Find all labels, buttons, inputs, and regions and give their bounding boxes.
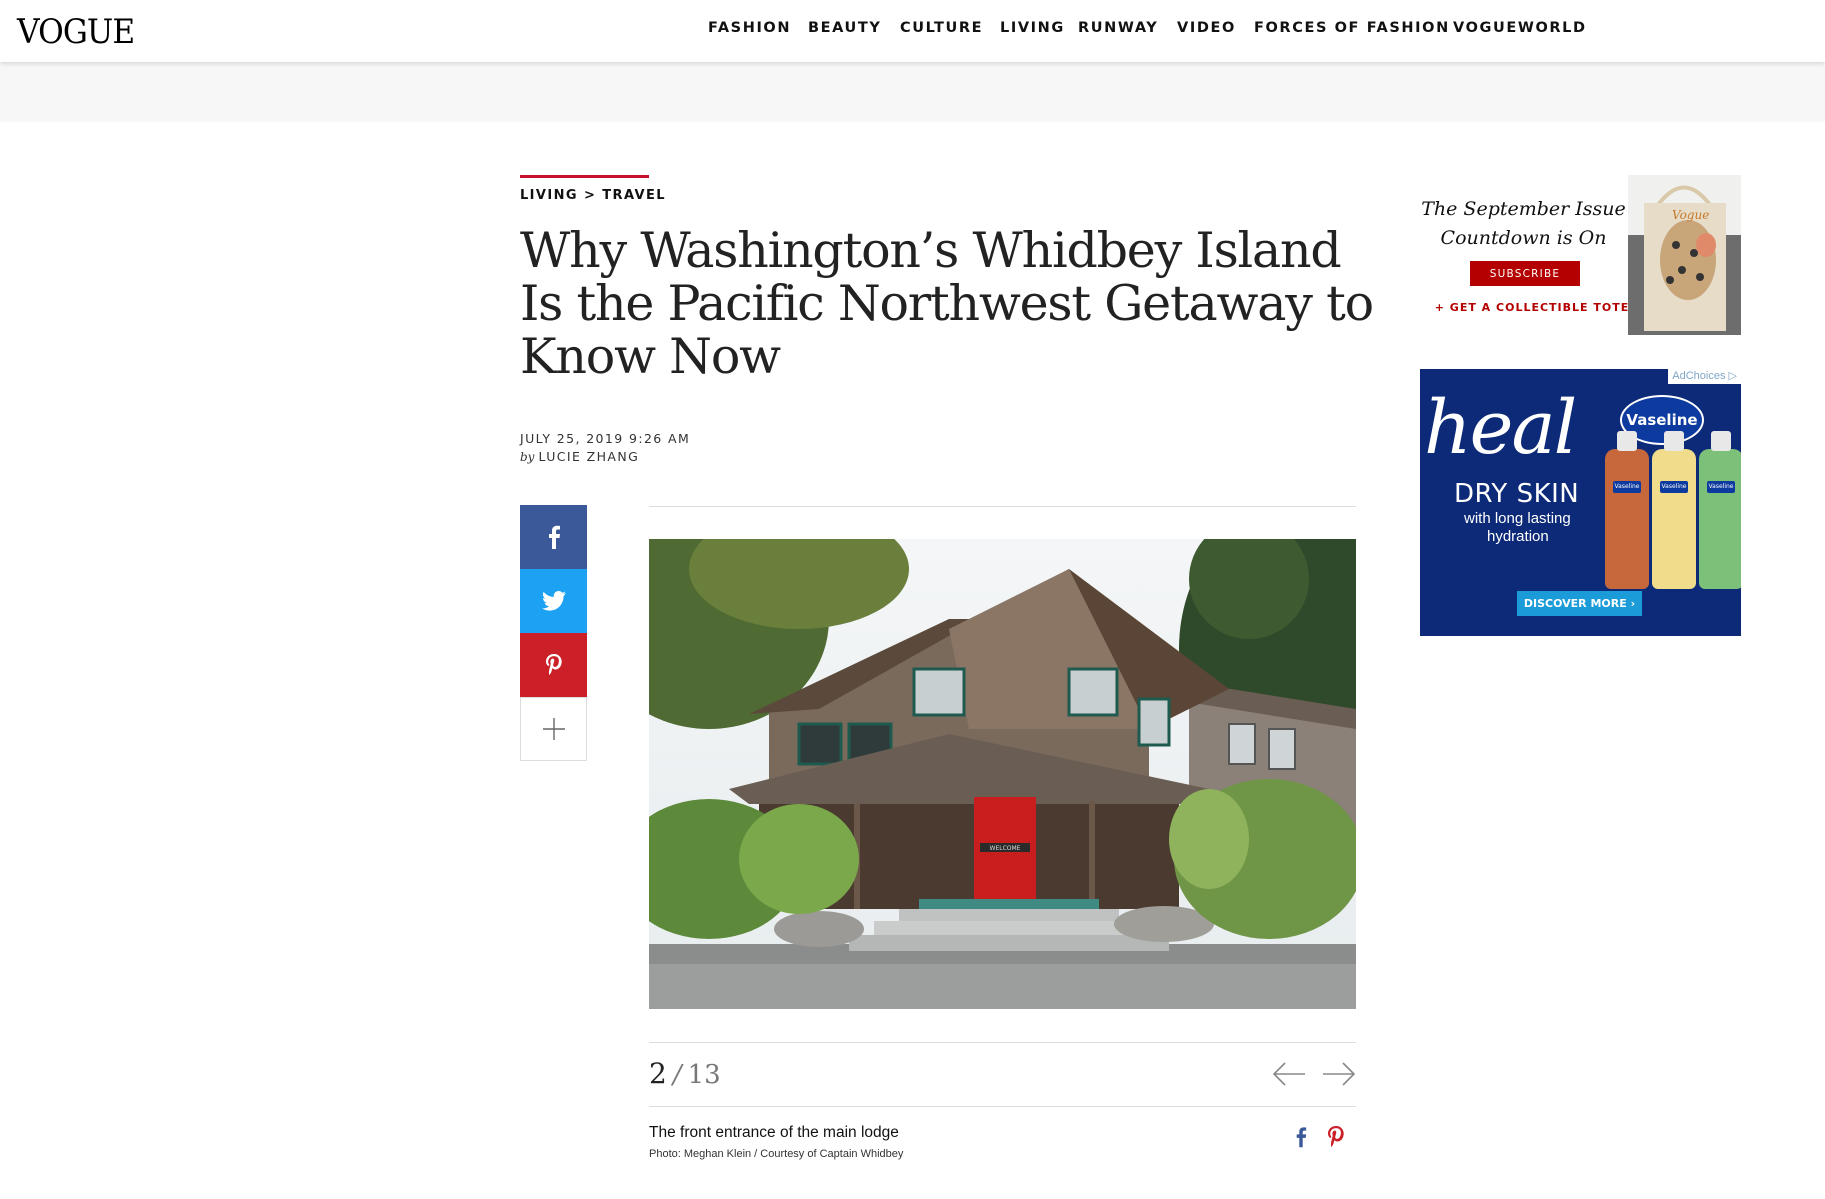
caption-share-pinterest[interactable] (1328, 1126, 1350, 1150)
subscribe-button[interactable]: SUBSCRIBE (1470, 261, 1580, 286)
pinterest-icon (545, 654, 562, 675)
ad-subhead: DRY SKIN (1454, 479, 1580, 509)
nav-beauty[interactable]: BEAUTY (808, 20, 882, 36)
breadcrumb: LIVING > TRAVEL (520, 188, 666, 203)
breadcrumb-living[interactable]: LIVING (520, 188, 578, 203)
arrow-right-icon (1323, 1062, 1356, 1086)
author-link[interactable]: LUCIE ZHANG (538, 449, 639, 464)
slide-current: 2 (649, 1057, 667, 1090)
share-twitter-button[interactable] (520, 569, 587, 633)
caption-share-facebook[interactable] (1295, 1126, 1317, 1150)
house-photo: WELCOME (649, 539, 1356, 1009)
bottle-brand: Vaseline (1613, 481, 1641, 493)
nav-forces-of-fashion[interactable]: FORCES OF FASHION (1254, 20, 1450, 36)
facebook-icon (1296, 1127, 1307, 1148)
next-slide-button[interactable] (1322, 1060, 1356, 1088)
ad-bottle-cocoa: Vaseline (1605, 431, 1649, 589)
promo-title: The September Issue Countdown is On (1421, 198, 1626, 249)
slide-counter: 2/13 (649, 1057, 721, 1090)
share-more-button[interactable] (520, 697, 587, 761)
bottle-brand: Vaseline (1660, 481, 1688, 493)
share-facebook-button[interactable] (520, 505, 587, 569)
collectible-tote-link[interactable]: + GET A COLLECTIBLE TOTE (1432, 301, 1632, 314)
nav-runway[interactable]: RUNWAY (1078, 20, 1158, 36)
publish-date: JULY 25, 2019 9:26 AM (520, 431, 691, 446)
adchoices-label: AdChoices (1672, 370, 1726, 382)
prev-slide-button[interactable] (1272, 1060, 1306, 1088)
photo-caption: The front entrance of the main lodge (649, 1124, 899, 1141)
vogue-logo[interactable]: VOGUE (17, 12, 135, 52)
facebook-icon (548, 525, 560, 549)
slide-separator: / (672, 1060, 682, 1090)
discover-more-button[interactable]: DISCOVER MORE › (1517, 591, 1642, 616)
breadcrumb-rule (520, 175, 649, 178)
adchoices-link[interactable]: AdChoices ▷ (1668, 369, 1741, 384)
pinterest-icon (1328, 1126, 1344, 1147)
nav-living[interactable]: LIVING (1000, 20, 1065, 36)
ad-bottle-aloe: Vaseline (1699, 431, 1741, 589)
photo-credit: Photo: Meghan Klein / Courtesy of Captai… (649, 1148, 904, 1160)
ad-line-1: with long lasting (1464, 510, 1571, 527)
ad-headline: heal (1424, 385, 1577, 471)
nav-video[interactable]: VIDEO (1177, 20, 1236, 36)
tote-brand: Vogue (1672, 208, 1709, 222)
top-ad-band (0, 62, 1825, 122)
discover-more-label: DISCOVER MORE (1523, 597, 1627, 610)
twitter-icon (541, 591, 566, 611)
nav-vogueworld[interactable]: VOGUEWORLD (1453, 20, 1587, 36)
article-headline: Why Washington’s Whidbey Island Is the P… (520, 222, 1374, 385)
slide-total: 13 (687, 1060, 721, 1090)
share-pinterest-button[interactable] (520, 633, 587, 697)
gallery-photo[interactable]: WELCOME (649, 539, 1356, 1009)
tote-bag-photo: Vogue (1628, 175, 1741, 335)
caption-rule (649, 1106, 1356, 1107)
byline: by LUCIE ZHANG (520, 449, 639, 464)
counter-rule (649, 1042, 1356, 1043)
ad-line-2: hydration (1487, 528, 1549, 545)
plus-icon (542, 718, 565, 740)
tote-bag-image[interactable]: Vogue (1628, 175, 1741, 335)
gallery-top-rule (649, 506, 1356, 507)
breadcrumb-separator: > (583, 188, 597, 203)
subscription-promo: The September Issue Countdown is On SUBS… (1420, 175, 1741, 335)
nav-culture[interactable]: CULTURE (900, 20, 983, 36)
vaseline-ad[interactable]: AdChoices ▷ heal Vaseline DRY SKIN with … (1420, 369, 1741, 636)
site-header: VOGUE FASHION BEAUTY CULTURE LIVING RUNW… (0, 0, 1825, 62)
byline-by: by (520, 450, 535, 464)
bottle-brand: Vaseline (1707, 481, 1735, 493)
ad-bottle-essential: Vaseline (1652, 431, 1696, 589)
door-sign: WELCOME (990, 845, 1021, 852)
share-rail (520, 505, 587, 761)
nav-fashion[interactable]: FASHION (708, 20, 791, 36)
breadcrumb-travel[interactable]: TRAVEL (602, 188, 666, 203)
arrow-left-icon (1272, 1062, 1305, 1086)
